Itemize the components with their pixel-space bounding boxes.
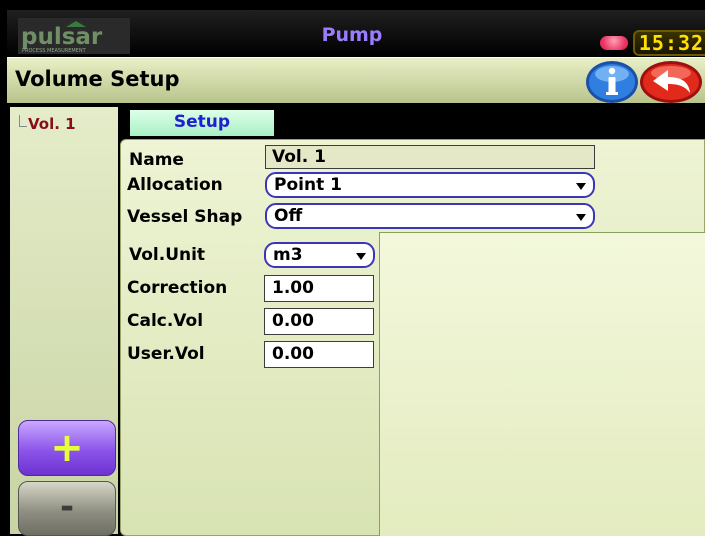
- add-volume-button[interactable]: +: [18, 420, 116, 476]
- calc-vol-label: Calc.Vol: [127, 311, 204, 331]
- logo-tagline: PROCESS MEASUREMENT: [22, 48, 87, 54]
- chevron-down-icon: [356, 253, 366, 260]
- name-field[interactable]: Vol. 1: [265, 145, 595, 169]
- chevron-down-icon: [576, 183, 586, 190]
- clock-display: 15:32: [633, 30, 705, 56]
- vol-unit-dropdown[interactable]: m3: [264, 242, 375, 268]
- logo-wordmark: pulsar: [21, 24, 103, 50]
- allocation-label: Allocation: [127, 175, 223, 195]
- calc-vol-field[interactable]: 0.00: [264, 308, 374, 335]
- user-vol-field[interactable]: 0.00: [264, 341, 374, 368]
- status-led-icon: [600, 36, 628, 50]
- user-vol-label: User.Vol: [127, 344, 205, 364]
- vessel-shape-preview: [379, 232, 705, 536]
- correction-field[interactable]: 1.00: [264, 275, 374, 302]
- vessel-shape-label: Vessel Shap: [127, 207, 243, 227]
- device-screen: pulsar PROCESS MEASUREMENT Pump 15:32 Vo…: [0, 0, 705, 536]
- chevron-down-icon: [576, 214, 586, 221]
- page-header: Volume Setup: [7, 57, 705, 103]
- tab-setup[interactable]: Setup: [127, 107, 277, 139]
- allocation-value: Point 1: [274, 175, 342, 195]
- list-item-vol-1[interactable]: Vol. 1: [28, 115, 76, 133]
- allocation-dropdown[interactable]: Point 1: [265, 172, 595, 198]
- name-label: Name: [129, 150, 184, 170]
- remove-volume-button[interactable]: -: [18, 481, 116, 536]
- vol-unit-label: Vol.Unit: [129, 245, 206, 265]
- info-icon: [586, 61, 638, 103]
- pulsar-logo: pulsar PROCESS MEASUREMENT: [18, 18, 130, 54]
- tree-connector: [19, 115, 27, 127]
- page-title: Volume Setup: [15, 67, 180, 91]
- correction-label: Correction: [127, 278, 228, 298]
- back-arrow-icon: [640, 61, 702, 103]
- app-title: Pump: [321, 24, 383, 46]
- top-status-bar: pulsar PROCESS MEASUREMENT Pump 15:32: [7, 10, 705, 56]
- info-button[interactable]: [584, 59, 640, 105]
- back-button[interactable]: [638, 59, 704, 105]
- vessel-shape-value: Off: [274, 206, 303, 226]
- vessel-shape-dropdown[interactable]: Off: [265, 203, 595, 229]
- vol-unit-value: m3: [273, 245, 303, 265]
